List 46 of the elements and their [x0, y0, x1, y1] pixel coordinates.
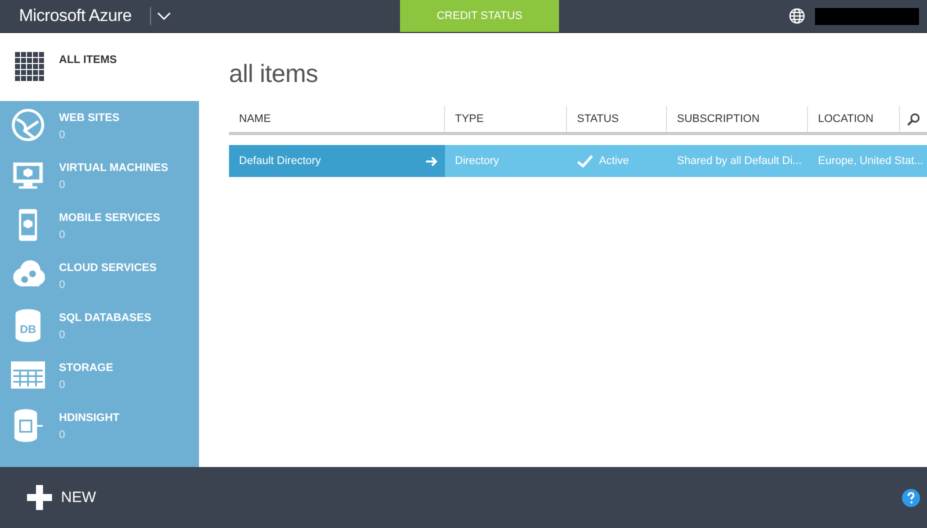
item-count: 0: [59, 379, 66, 391]
item-label: MOBILE SERVICES: [59, 212, 160, 224]
brand-title: Microsoft Azure: [18, 6, 133, 26]
table-cell: Europe, United Stat...: [808, 145, 927, 177]
table-cell[interactable]: Default Directory: [229, 145, 445, 177]
grid-icon: [15, 52, 45, 82]
item-label: SQL DATABASES: [59, 312, 152, 324]
item-count: 0: [59, 179, 66, 191]
item-label: ALL ITEMS: [59, 54, 117, 66]
search-icon[interactable]: [907, 112, 920, 126]
sidebar-item[interactable]: CLOUD SERVICES 0: [0, 251, 199, 301]
table-cell: Directory: [445, 145, 567, 177]
sidebar-item[interactable]: MOBILE SERVICES 0: [0, 201, 199, 251]
item-count: 0: [59, 329, 66, 341]
sidebar-item[interactable]: DB SQL DATABASES 0: [0, 301, 199, 351]
table-cell: Active: [567, 145, 667, 177]
table-cell: Shared by all Default Di...: [667, 145, 808, 177]
new-button[interactable]: NEW: [27, 485, 96, 510]
item-label: HDINSIGHT: [59, 412, 120, 424]
sidebar-item[interactable]: VIRTUAL MACHINES 0: [0, 151, 199, 201]
credit-status-button[interactable]: CREDIT STATUS: [400, 0, 559, 32]
globe-icon[interactable]: [789, 8, 805, 24]
help-icon[interactable]: [902, 488, 920, 506]
sidebar-item[interactable]: HDINSIGHT 0: [0, 401, 199, 451]
sidebar-item[interactable]: WEB SITES 0: [0, 101, 199, 151]
item-count: 0: [59, 279, 66, 291]
chevron-down-icon[interactable]: [157, 11, 171, 21]
plus-icon: [27, 485, 52, 510]
page-title: all items: [229, 60, 319, 89]
item-count: 0: [59, 129, 66, 141]
sidebar-item[interactable]: STORAGE 0: [0, 351, 199, 401]
column-header[interactable]: STATUS: [567, 106, 667, 132]
item-count: 0: [59, 229, 66, 241]
check-icon: [577, 154, 593, 168]
item-label: WEB SITES: [59, 112, 120, 124]
item-label: VIRTUAL MACHINES: [59, 162, 168, 174]
item-label: STORAGE: [59, 362, 114, 374]
item-label: CLOUD SERVICES: [59, 262, 157, 274]
column-header[interactable]: TYPE: [445, 106, 567, 132]
column-header[interactable]: NAME: [229, 106, 445, 132]
sidebar-item[interactable]: ALL ITEMS: [0, 33, 199, 101]
column-header[interactable]: SUBSCRIPTION: [667, 106, 808, 132]
column-header[interactable]: LOCATION: [808, 106, 900, 132]
arrow-right-icon[interactable]: [425, 156, 438, 166]
item-count: 0: [59, 429, 66, 441]
globe-icon: [11, 108, 45, 142]
